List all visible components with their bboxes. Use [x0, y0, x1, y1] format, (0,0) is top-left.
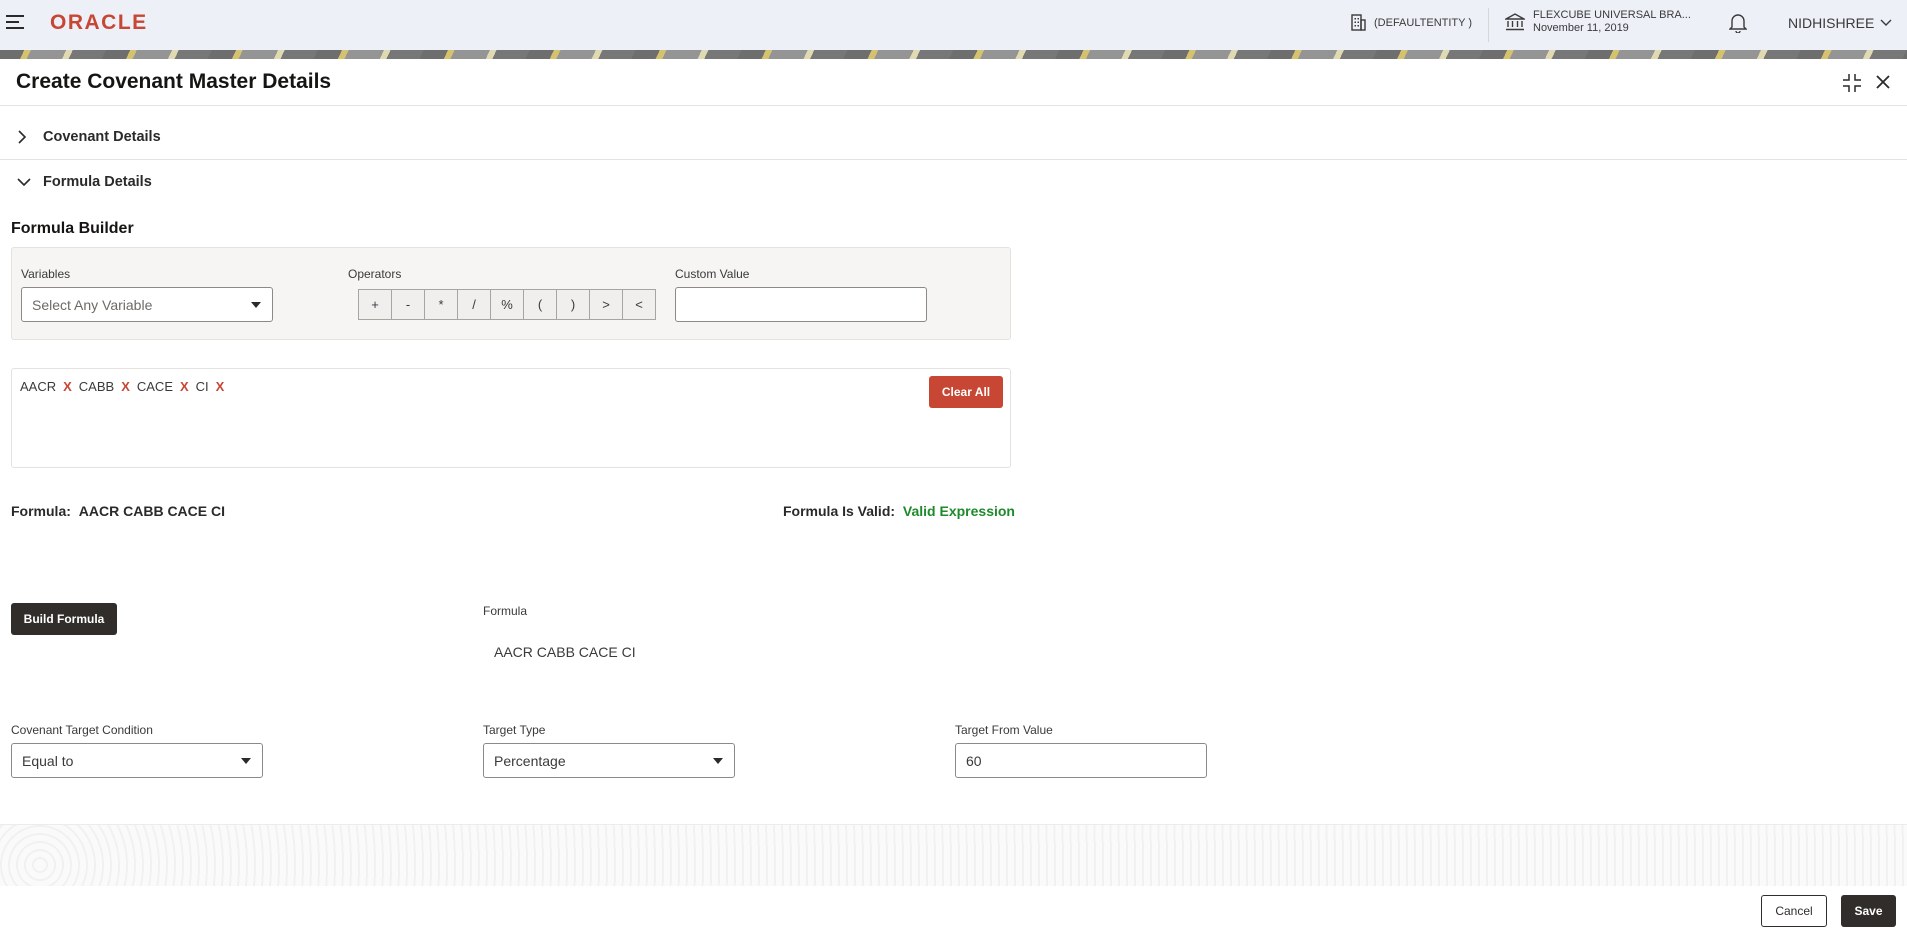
token-label: CABB — [78, 379, 115, 394]
token-label: CACE — [136, 379, 173, 394]
section-label-formula-details: Formula Details — [43, 174, 152, 190]
formula-tokens: AACR X CABB X CACE X CI X — [20, 379, 224, 394]
menu-icon[interactable] — [6, 15, 24, 29]
header-divider — [1488, 8, 1489, 42]
operator-divide-button[interactable]: / — [457, 289, 491, 320]
target-from-value-input[interactable]: 60 — [955, 743, 1207, 778]
cancel-button[interactable]: Cancel — [1761, 895, 1827, 927]
variables-placeholder: Select Any Variable — [32, 297, 153, 313]
operator-greater-than-button[interactable]: > — [589, 289, 623, 320]
token-label: AACR — [20, 379, 57, 394]
branch-date: November 11, 2019 — [1533, 22, 1629, 34]
target-type-value: Percentage — [494, 753, 566, 769]
user-menu[interactable]: NIDHISHREE — [1788, 15, 1892, 31]
caret-down-icon — [241, 758, 251, 764]
operators-label: Operators — [348, 267, 402, 281]
target-type-label: Target Type — [483, 723, 546, 737]
chevron-right-icon — [18, 129, 27, 144]
branch-selector[interactable]: FLEXCUBE UNIVERSAL BRA... November 11, 2… — [1505, 9, 1691, 35]
variables-label: Variables — [21, 267, 71, 281]
formula-builder-title: Formula Builder — [11, 220, 134, 237]
header-banner — [0, 50, 1907, 59]
footer-bar — [0, 886, 1907, 930]
covenant-target-condition-label: Covenant Target Condition — [11, 723, 153, 737]
operator-percent-button[interactable]: % — [490, 289, 524, 320]
section-covenant-details[interactable]: Covenant Details — [0, 114, 1907, 160]
formula-summary: Formula: AACR CABB CACE CI — [11, 503, 225, 519]
bank-icon — [1505, 13, 1525, 31]
formula-field-value: AACR CABB CACE CI — [494, 644, 636, 660]
dialog-titlebar: Create Covenant Master Details — [0, 59, 1907, 106]
formula-token: AACR X — [20, 379, 72, 394]
formula-summary-label: Formula: — [11, 503, 71, 519]
top-header: ORACLE (DEFAULTENTITY ) FLEXCUBE UNIVERS… — [0, 0, 1907, 50]
remove-token-icon[interactable]: X — [216, 379, 225, 394]
chevron-down-icon — [1880, 19, 1892, 26]
formula-builder-panel: Variables Select Any Variable Operators … — [11, 247, 1011, 340]
target-type-select[interactable]: Percentage — [483, 743, 735, 778]
close-icon[interactable] — [1874, 73, 1892, 96]
remove-token-icon[interactable]: X — [63, 379, 72, 394]
target-from-value-label: Target From Value — [955, 723, 1053, 737]
branch-name: FLEXCUBE UNIVERSAL BRA... — [1533, 9, 1691, 21]
chevron-down-icon — [17, 178, 31, 187]
remove-token-icon[interactable]: X — [121, 379, 130, 394]
maximize-icon[interactable] — [1842, 73, 1862, 98]
operator-plus-button[interactable]: + — [358, 289, 392, 320]
variables-select[interactable]: Select Any Variable — [21, 287, 273, 322]
save-button[interactable]: Save — [1841, 895, 1896, 927]
covenant-target-condition-select[interactable]: Equal to — [11, 743, 263, 778]
formula-field-label: Formula — [483, 604, 528, 618]
formula-token: CACE X — [137, 379, 189, 394]
notification-bell-icon[interactable] — [1728, 13, 1748, 38]
oracle-logo: ORACLE — [50, 11, 148, 34]
caret-down-icon — [251, 302, 261, 308]
entity-label: (DEFAULTENTITY ) — [1374, 16, 1472, 29]
formula-summary-value: AACR CABB CACE CI — [78, 503, 226, 519]
footer-pattern — [0, 824, 1907, 886]
operator-less-than-button[interactable]: < — [622, 289, 656, 320]
operator-minus-button[interactable]: - — [391, 289, 425, 320]
caret-down-icon — [713, 758, 723, 764]
building-icon — [1351, 14, 1366, 31]
formula-validity: Formula Is Valid: Valid Expression — [783, 503, 1015, 519]
page-title: Create Covenant Master Details — [16, 70, 332, 93]
formula-token: CI X — [196, 379, 225, 394]
section-label-covenant-details: Covenant Details — [43, 128, 161, 145]
operator-buttons: + - * / % ( ) > < — [358, 289, 656, 320]
remove-token-icon[interactable]: X — [180, 379, 189, 394]
formula-expression-box[interactable]: AACR X CABB X CACE X CI X Clear All — [11, 368, 1011, 468]
section-formula-details[interactable]: Formula Details — [0, 159, 1907, 205]
build-formula-button[interactable]: Build Formula — [11, 603, 117, 635]
formula-validity-status: Valid Expression — [902, 503, 1015, 519]
operator-multiply-button[interactable]: * — [424, 289, 458, 320]
clear-all-button[interactable]: Clear All — [929, 376, 1003, 408]
custom-value-label: Custom Value — [675, 267, 750, 281]
user-name: NIDHISHREE — [1788, 15, 1875, 31]
entity-selector[interactable]: (DEFAULTENTITY ) — [1350, 14, 1472, 31]
formula-validity-label: Formula Is Valid: — [783, 503, 896, 519]
operator-close-paren-button[interactable]: ) — [556, 289, 590, 320]
token-label: CI — [195, 379, 209, 394]
custom-value-input[interactable] — [675, 287, 927, 322]
covenant-target-condition-value: Equal to — [22, 753, 74, 769]
formula-token: CABB X — [79, 379, 130, 394]
operator-open-paren-button[interactable]: ( — [523, 289, 557, 320]
